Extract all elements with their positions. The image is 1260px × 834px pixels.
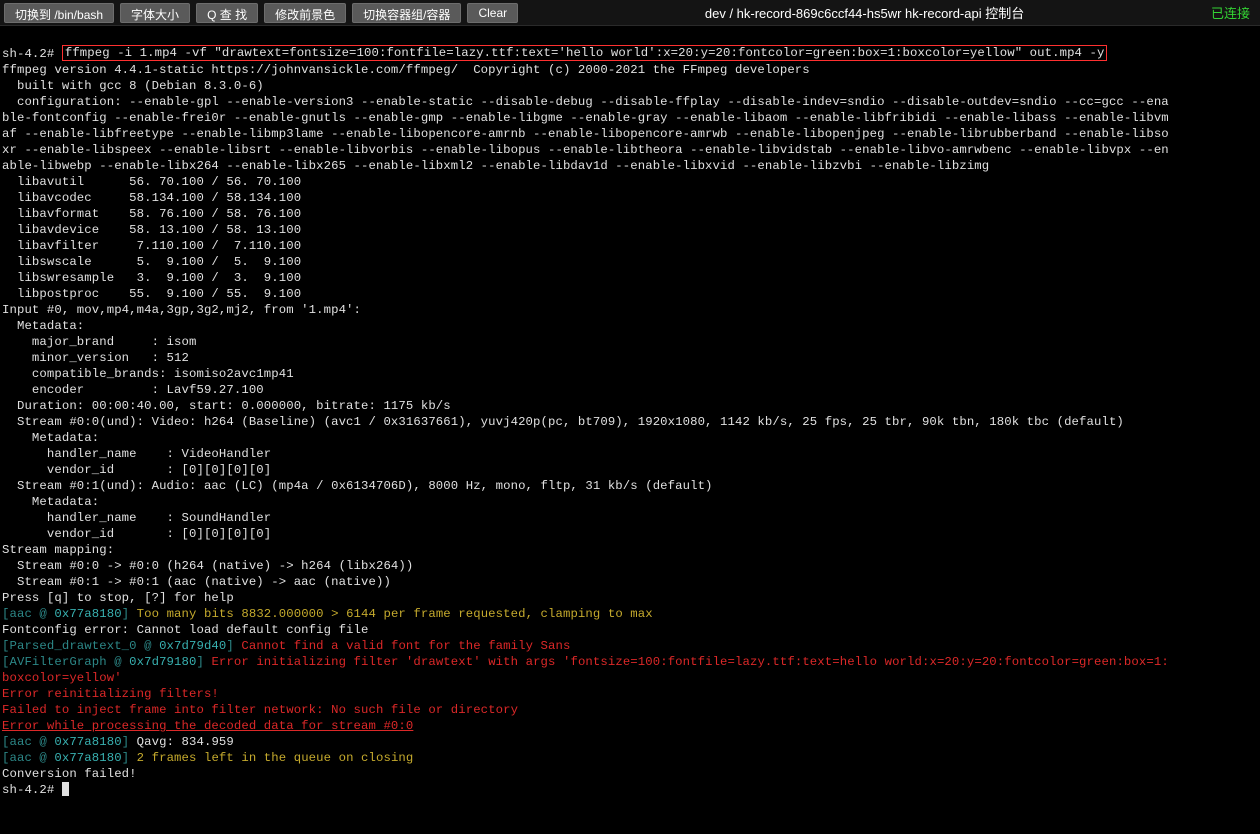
output-line: configuration: --enable-gpl --enable-ver… (2, 95, 1169, 109)
error-line: Failed to inject frame into filter netwo… (2, 703, 518, 717)
aac-tag: [aac @ (2, 607, 54, 621)
filtergraph-error-cont: boxcolor=yellow' (2, 671, 122, 685)
command-highlight: ffmpeg -i 1.mp4 -vf "drawtext=fontsize=1… (62, 45, 1108, 61)
output-line: Stream #0:0 -> #0:0 (h264 (native) -> h2… (2, 559, 413, 573)
drawtext-addr: 0x7d79d40 (159, 639, 226, 653)
drawtext-tag: [Parsed_drawtext_0 @ (2, 639, 159, 653)
output-line: major_brand : isom (2, 335, 196, 349)
switch-shell-button[interactable]: 切换到 /bin/bash (4, 3, 114, 23)
drawtext-error: Cannot find a valid font for the family … (241, 639, 570, 653)
output-line: ffmpeg version 4.4.1-static https://john… (2, 63, 810, 77)
output-line: libavcodec 58.134.100 / 58.134.100 (2, 191, 301, 205)
aac-close: ] (122, 751, 137, 765)
output-line: libswresample 3. 9.100 / 3. 9.100 (2, 271, 301, 285)
drawtext-close: ] (226, 639, 241, 653)
font-size-button[interactable]: 字体大小 (120, 3, 190, 23)
output-line: Press [q] to stop, [?] for help (2, 591, 234, 605)
output-line: Stream #0:1 -> #0:1 (aac (native) -> aac… (2, 575, 391, 589)
aac-tag: [aac @ (2, 735, 54, 749)
filtergraph-addr: 0x7d79180 (129, 655, 196, 669)
output-line: ble-fontconfig --enable-frei0r --enable-… (2, 111, 1169, 125)
output-line: libswscale 5. 9.100 / 5. 9.100 (2, 255, 301, 269)
output-line: Stream #0:1(und): Audio: aac (LC) (mp4a … (2, 479, 713, 493)
prompt: sh-4.2# (2, 783, 62, 797)
prompt: sh-4.2# (2, 47, 62, 61)
output-line: vendor_id : [0][0][0][0] (2, 463, 271, 477)
output-line: minor_version : 512 (2, 351, 189, 365)
aac-close: ] (122, 607, 137, 621)
output-line: libavformat 58. 76.100 / 58. 76.100 (2, 207, 301, 221)
terminal-output[interactable]: sh-4.2# ffmpeg -i 1.mp4 -vf "drawtext=fo… (0, 26, 1260, 802)
connection-status: 已连接 (1211, 3, 1250, 22)
output-line: libavfilter 7.110.100 / 7.110.100 (2, 239, 301, 253)
output-line: Fontconfig error: Cannot load default co… (2, 623, 369, 637)
aac-addr: 0x77a8180 (54, 735, 121, 749)
output-line: vendor_id : [0][0][0][0] (2, 527, 271, 541)
output-line: libavdevice 58. 13.100 / 58. 13.100 (2, 223, 301, 237)
aac-warn: Too many bits 8832.000000 > 6144 per fra… (137, 607, 653, 621)
output-line: Conversion failed! (2, 767, 137, 781)
output-line: handler_name : SoundHandler (2, 511, 271, 525)
toolbar: 切换到 /bin/bash 字体大小 Q 查 找 修改前景色 切换容器组/容器 … (0, 0, 1260, 26)
output-line: Metadata: (2, 319, 84, 333)
output-line: Metadata: (2, 431, 99, 445)
aac-qavg: Qavg: 834.959 (137, 735, 234, 749)
page-title: dev / hk-record-869c6ccf44-hs5wr hk-reco… (524, 3, 1205, 22)
output-line: libavutil 56. 70.100 / 56. 70.100 (2, 175, 301, 189)
output-line: xr --enable-libspeex --enable-libsrt --e… (2, 143, 1169, 157)
fg-color-button[interactable]: 修改前景色 (264, 3, 346, 23)
filtergraph-close: ] (196, 655, 211, 669)
error-line-underline: Error while processing the decoded data … (2, 719, 413, 733)
error-line: Error reinitializing filters! (2, 687, 219, 701)
cursor-icon (62, 782, 69, 796)
output-line: compatible_brands: isomiso2avc1mp41 (2, 367, 294, 381)
output-line: handler_name : VideoHandler (2, 447, 271, 461)
output-line: af --enable-libfreetype --enable-libmp3l… (2, 127, 1169, 141)
switch-container-button[interactable]: 切换容器组/容器 (352, 3, 461, 23)
find-button[interactable]: Q 查 找 (196, 3, 258, 23)
clear-button[interactable]: Clear (467, 3, 518, 23)
aac-warn: 2 frames left in the queue on closing (137, 751, 414, 765)
output-line: Duration: 00:00:40.00, start: 0.000000, … (2, 399, 451, 413)
output-line: Stream mapping: (2, 543, 114, 557)
filtergraph-tag: [AVFilterGraph @ (2, 655, 129, 669)
output-line: Metadata: (2, 495, 99, 509)
output-line: Input #0, mov,mp4,m4a,3gp,3g2,mj2, from … (2, 303, 361, 317)
filtergraph-error: Error initializing filter 'drawtext' wit… (211, 655, 1168, 669)
aac-tag: [aac @ (2, 751, 54, 765)
output-line: able-libwebp --enable-libx264 --enable-l… (2, 159, 989, 173)
aac-addr: 0x77a8180 (54, 751, 121, 765)
output-line: built with gcc 8 (Debian 8.3.0-6) (2, 79, 264, 93)
aac-close: ] (122, 735, 137, 749)
aac-addr: 0x77a8180 (54, 607, 121, 621)
output-line: libpostproc 55. 9.100 / 55. 9.100 (2, 287, 301, 301)
output-line: Stream #0:0(und): Video: h264 (Baseline)… (2, 415, 1124, 429)
output-line: encoder : Lavf59.27.100 (2, 383, 264, 397)
